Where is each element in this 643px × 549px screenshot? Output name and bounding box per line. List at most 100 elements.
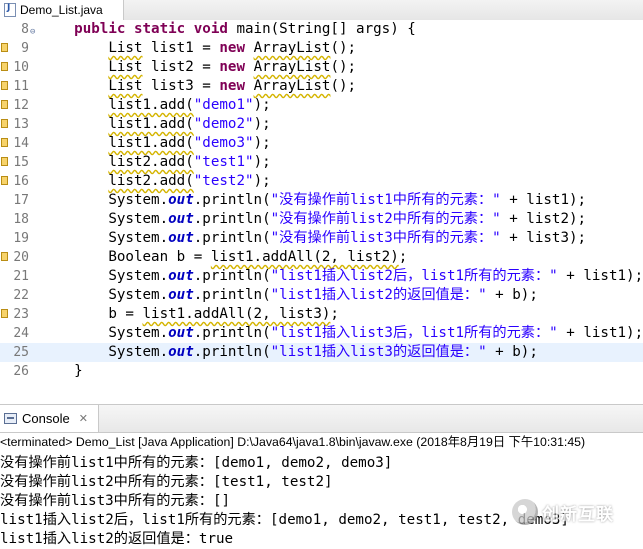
code-text: System.out.println("list1插入list2的返回值是：" … [40, 286, 538, 305]
code-line[interactable]: 13 list1.add("demo2"); [0, 115, 643, 134]
code-line[interactable]: 26 } [0, 362, 643, 381]
code-token: out [168, 268, 194, 284]
line-number: 21 [13, 269, 29, 284]
code-token: out [168, 192, 194, 208]
code-text: list1.add("demo3"); [40, 134, 270, 153]
line-number: 15 [13, 155, 29, 170]
java-file-icon [4, 3, 16, 17]
watermark: 创新互联 [512, 499, 614, 525]
code-token: .println( [193, 230, 271, 246]
code-line[interactable]: 22 System.out.println("list1插入list2的返回值是… [0, 286, 643, 305]
line-number: 8 [21, 22, 29, 37]
code-token: + list3); [500, 230, 587, 246]
code-text: List list2 = new ArrayList(); [40, 58, 356, 77]
close-icon[interactable]: ✕ [79, 412, 88, 425]
code-text: b = list1.addAll(2, list3); [40, 305, 339, 324]
editor-tab-demo-list[interactable]: Demo_List.java [0, 0, 124, 20]
code-token: list1.addAll(2, list3) [142, 306, 331, 322]
code-line[interactable]: 24 System.out.println("list1插入list3后，lis… [0, 324, 643, 343]
code-editor[interactable]: 8 ⊖ public static void main(String[] args… [0, 20, 643, 384]
code-token: + list2); [500, 211, 587, 227]
code-token: ArrayList [253, 59, 331, 75]
code-line[interactable]: 9 List list1 = new ArrayList(); [0, 39, 643, 58]
code-token: "demo3" [193, 135, 254, 151]
code-line[interactable]: 12 list1.add("demo1"); [0, 96, 643, 115]
line-number: 24 [13, 326, 29, 341]
code-text: list2.add("test2"); [40, 172, 270, 191]
code-token: "demo1" [193, 97, 254, 113]
code-token: list2 = [142, 59, 220, 75]
line-number: 26 [13, 364, 29, 379]
console-tab[interactable]: Console ✕ [0, 405, 99, 432]
code-token: List [108, 59, 143, 75]
code-line[interactable]: 8 ⊖ public static void main(String[] args… [0, 20, 643, 39]
code-line[interactable]: 11 List list3 = new ArrayList(); [0, 77, 643, 96]
console-icon [4, 413, 17, 424]
code-token: List [108, 40, 143, 56]
code-line[interactable]: 15 list2.add("test1"); [0, 153, 643, 172]
code-token: "test2" [193, 173, 254, 189]
code-token: new [219, 78, 246, 94]
code-token: + list1); [500, 192, 587, 208]
code-line[interactable]: 21 System.out.println("list1插入list2后，lis… [0, 267, 643, 286]
code-token: + list1); [557, 325, 643, 341]
code-line[interactable]: 17 System.out.println("没有操作前list1中所有的元素：… [0, 191, 643, 210]
code-line[interactable]: 18 System.out.println("没有操作前list2中所有的元素：… [0, 210, 643, 229]
line-number: 12 [13, 98, 29, 113]
code-token: .println( [193, 211, 271, 227]
code-token: System. [40, 268, 169, 284]
code-token: b = [40, 306, 143, 322]
code-line[interactable]: 14 list1.add("demo3"); [0, 134, 643, 153]
code-token: .println( [193, 192, 271, 208]
code-line[interactable]: 20 Boolean b = list1.addAll(2, list2); [0, 248, 643, 267]
code-token: "test1" [193, 154, 254, 170]
code-line[interactable]: 19 System.out.println("没有操作前list3中所有的元素：… [0, 229, 643, 248]
console-output-line: list1插入list2的返回值是：true [0, 531, 234, 547]
code-token: List [108, 78, 143, 94]
code-token: .println( [193, 268, 271, 284]
code-token: ; [330, 306, 339, 322]
code-text: list1.add("demo1"); [40, 96, 271, 115]
line-number: 14 [13, 136, 29, 151]
code-token: new [219, 59, 246, 75]
code-token: out [168, 344, 194, 360]
line-number: 11 [13, 79, 29, 94]
code-line[interactable]: 23 b = list1.addAll(2, list3); [0, 305, 643, 324]
code-token: (); [330, 40, 357, 56]
code-token: "list1插入list3的返回值是：" [270, 344, 487, 360]
console-output-line: 没有操作前list1中所有的元素：[demo1, demo2, demo3] [0, 455, 393, 471]
code-text: System.out.println("list1插入list2后，list1所… [40, 267, 643, 286]
code-token: ); [253, 97, 271, 113]
code-token: Boolean b = [40, 249, 211, 265]
code-token: "没有操作前list3中所有的元素：" [270, 230, 501, 246]
code-token: "list1插入list2后，list1所有的元素：" [270, 268, 558, 284]
console-tab-bar: Console ✕ [0, 404, 643, 433]
code-token: + b); [486, 287, 538, 303]
code-token: System. [40, 325, 169, 341]
line-number: 13 [13, 117, 29, 132]
watermark-logo-icon [512, 499, 538, 525]
code-token: .println( [193, 344, 271, 360]
code-token: "list1插入list2的返回值是：" [270, 287, 487, 303]
code-token: "没有操作前list2中所有的元素：" [270, 211, 501, 227]
line-number: 17 [13, 193, 29, 208]
code-token: out [168, 211, 194, 227]
code-line[interactable]: 16 list2.add("test2"); [0, 172, 643, 191]
code-token: .println( [193, 287, 271, 303]
code-token: list1 = [142, 40, 220, 56]
code-token: (); [330, 59, 357, 75]
code-line[interactable]: 10 List list2 = new ArrayList(); [0, 58, 643, 77]
code-token: System. [40, 230, 169, 246]
code-token: System. [40, 192, 169, 208]
code-token: System. [40, 211, 169, 227]
code-line[interactable]: 25 System.out.println("list1插入list3的返回值是… [0, 343, 643, 362]
code-token: list2.add( [108, 173, 194, 189]
line-number: 20 [13, 250, 29, 265]
code-token: ); [253, 154, 271, 170]
